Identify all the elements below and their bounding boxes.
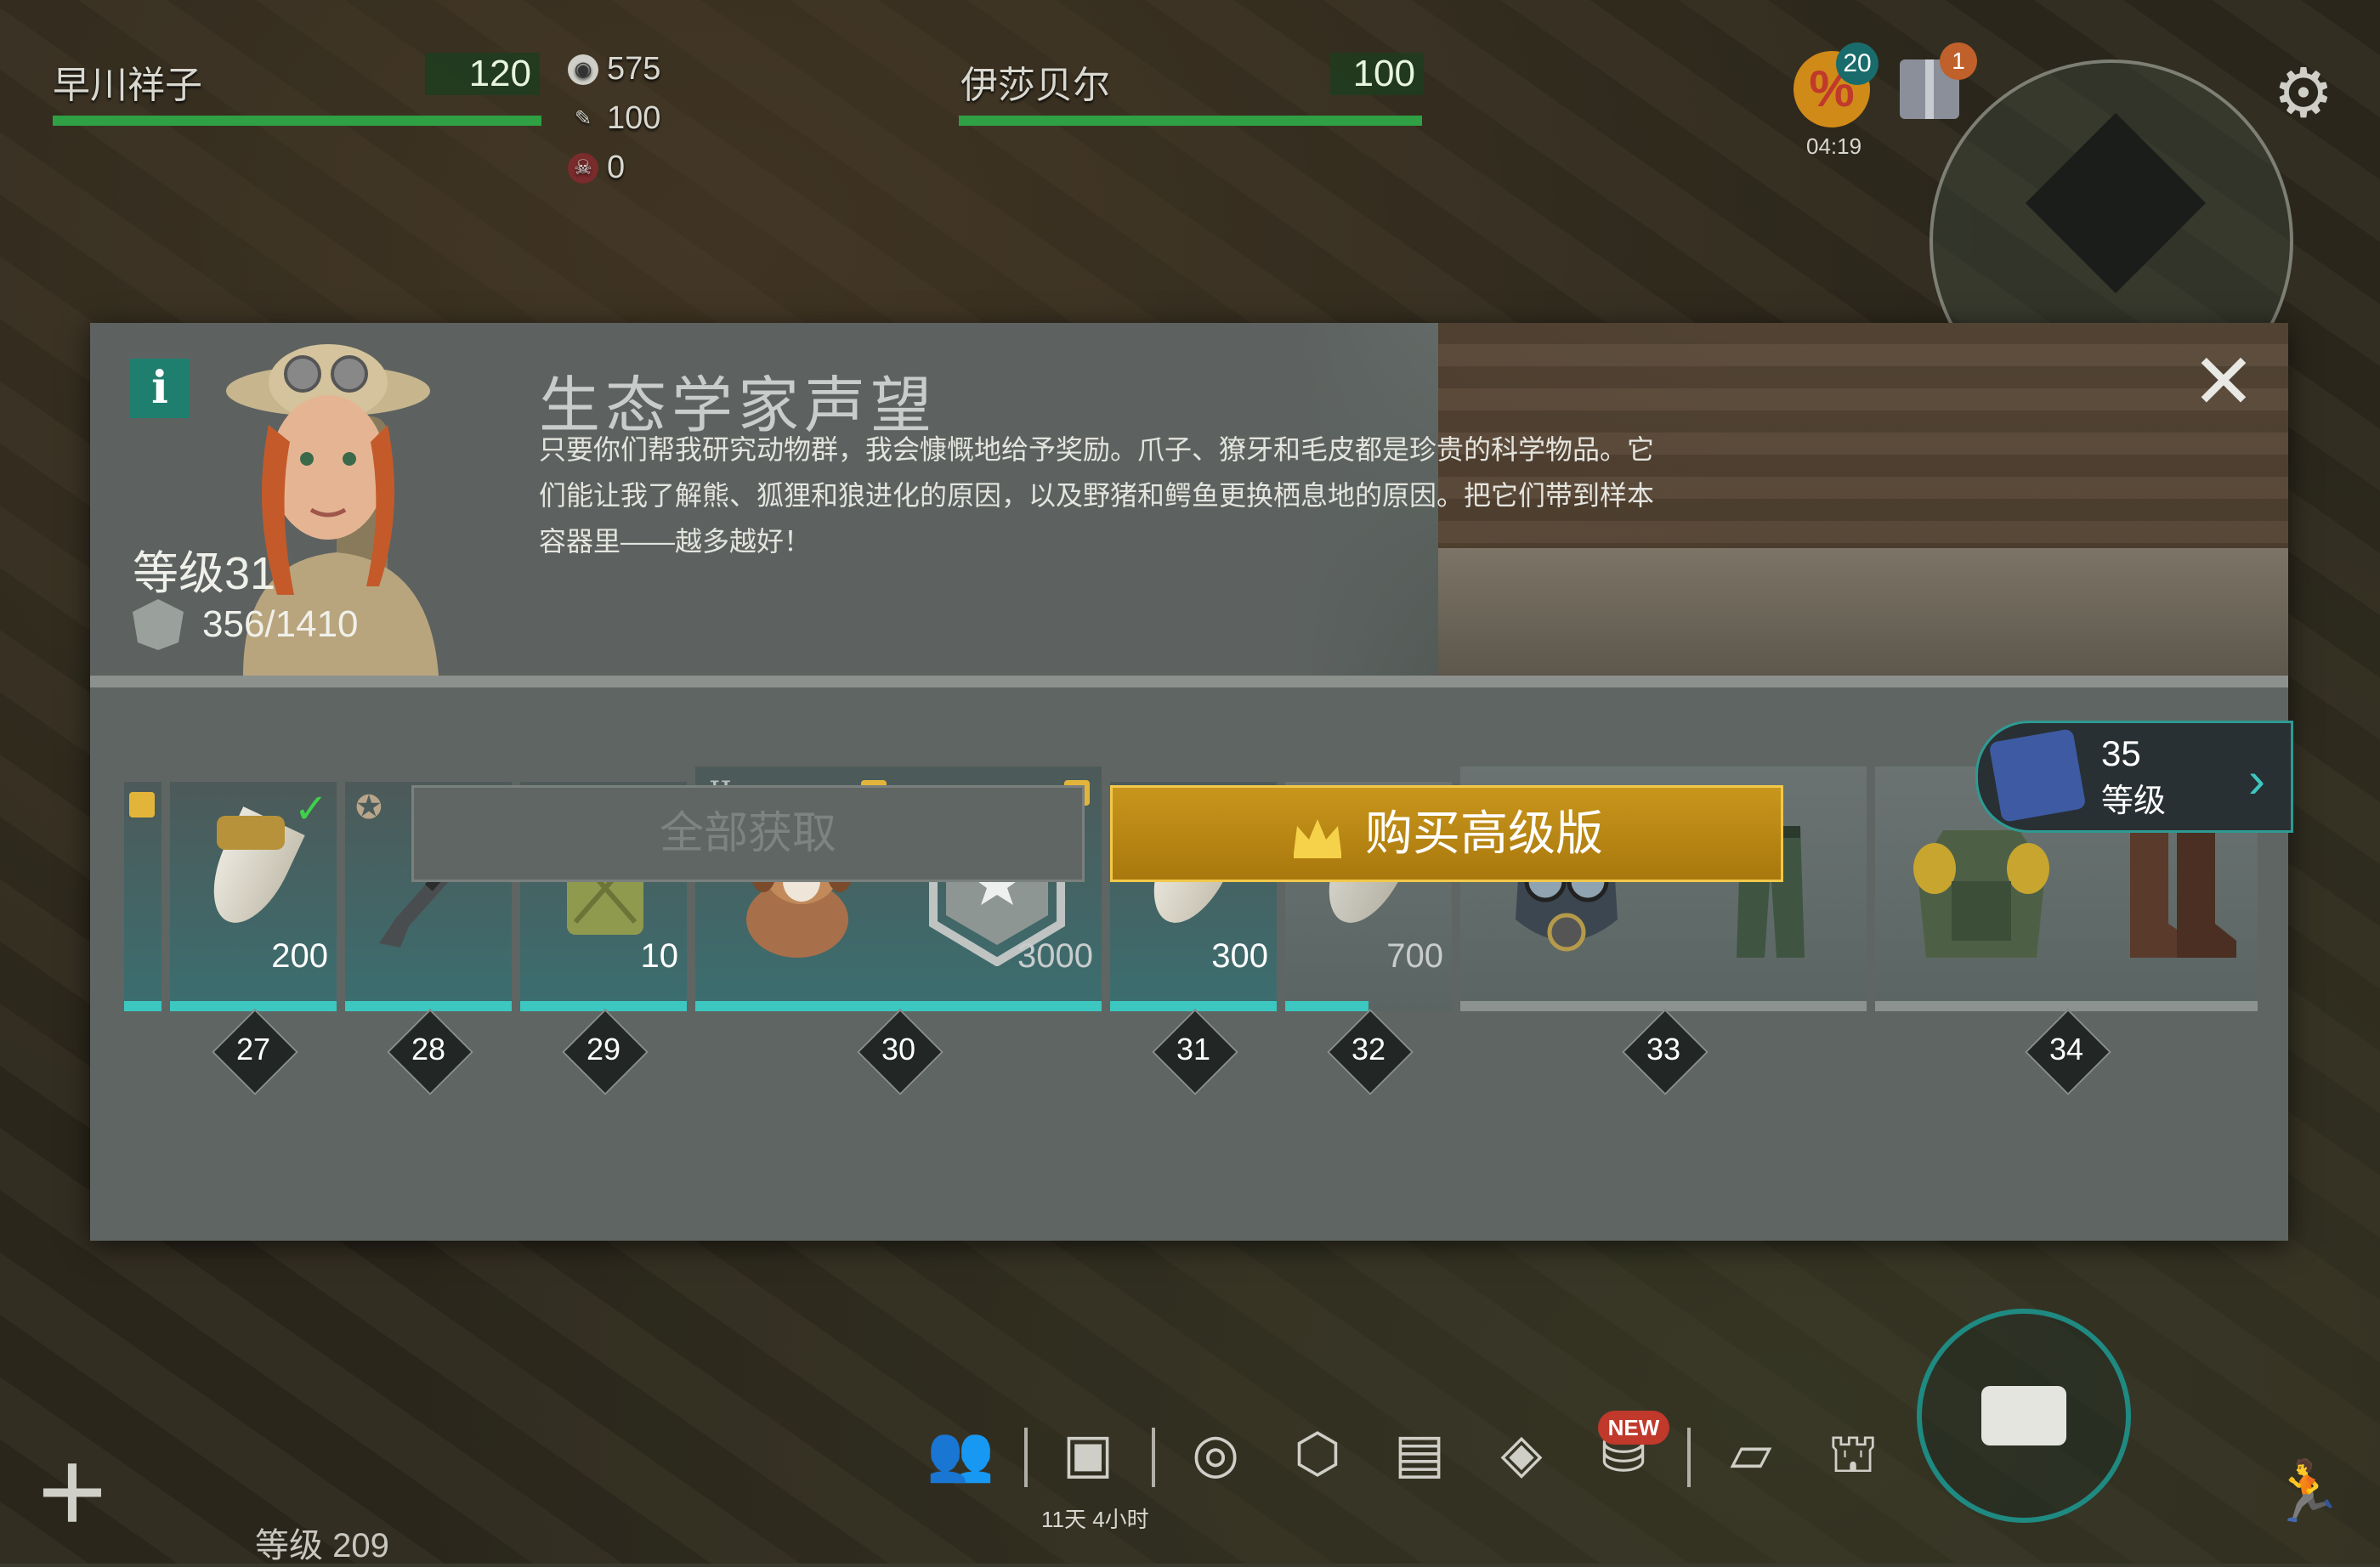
next-level-label: 等级	[2101, 784, 2167, 819]
event-book-icon[interactable]: ▣	[1054, 1419, 1122, 1487]
skull-stat: ☠ 0	[568, 150, 625, 186]
player1-hp-bar	[53, 116, 541, 126]
currency-stat: ◉ 575	[568, 51, 660, 88]
level-number: 31	[1176, 1032, 1211, 1066]
divider	[1152, 1428, 1155, 1487]
boots-icon	[2130, 830, 2236, 958]
next-level-number: 35	[2101, 733, 2141, 773]
add-icon[interactable]: +	[26, 1432, 119, 1551]
reward-amount: 10	[640, 937, 679, 975]
reward-cell-27[interactable]: ✓ 200	[170, 782, 337, 1011]
level-number: 32	[1351, 1032, 1386, 1066]
level-number: 30	[881, 1032, 916, 1066]
skull-value: 0	[607, 150, 626, 185]
discount-timer: 04:19	[1806, 133, 1862, 159]
tasks-icon[interactable]: ▤	[1386, 1419, 1454, 1487]
gift-badge: 1	[1940, 42, 1977, 80]
close-icon[interactable]: ✕	[2190, 344, 2258, 421]
minimap-base	[2025, 112, 2207, 294]
vest-icon	[1913, 830, 2049, 958]
level-number: 33	[1646, 1032, 1681, 1066]
feather-icon: ✎	[574, 107, 592, 130]
battery-icon	[1988, 728, 2087, 823]
player1-hp: 120	[425, 53, 540, 95]
dock-scene	[1438, 548, 2288, 676]
level-number: 29	[586, 1032, 621, 1066]
clan-icon[interactable]: ⬡	[1284, 1419, 1352, 1487]
reward-amount: 300	[1211, 937, 1268, 975]
chat-button[interactable]	[1917, 1309, 2131, 1523]
banner-divider	[90, 676, 2288, 687]
panel-description: 只要你们帮我研究动物群，我会慷慨地给予奖励。爪子、獠牙和毛皮都是珍贵的科学物品。…	[539, 434, 1655, 557]
reputation-panel: i 生态学家声望 只要你们帮我研究动物群，我会慷慨地给予奖励。爪子、獠牙和毛皮都…	[90, 323, 2293, 1241]
level-number: 27	[235, 1032, 271, 1066]
backpack-icon[interactable]: ⛫	[1819, 1419, 1887, 1487]
sprint-icon[interactable]: 🏃	[2270, 1457, 2343, 1525]
reputation-xp-value: 356/1410	[202, 603, 359, 645]
claimed-check-icon: ✓	[293, 787, 328, 832]
rank-icon: ✪	[355, 790, 382, 826]
divider	[1687, 1428, 1691, 1487]
reward-amount: 700	[1386, 937, 1443, 975]
crown-icon	[1294, 819, 1341, 859]
level-number: 34	[2048, 1032, 2084, 1066]
feather-value: 100	[607, 100, 661, 136]
currency-value: 575	[607, 51, 661, 87]
claim-all-button[interactable]: 全部获取	[411, 785, 1085, 882]
chat-bubble-icon	[1981, 1386, 2066, 1445]
map-icon[interactable]: ▱	[1717, 1419, 1785, 1487]
feather-stat: ✎ 100	[568, 100, 660, 137]
player-level: 等级 209	[255, 1527, 389, 1564]
buy-premium-label: 购买高级版	[1365, 806, 1603, 860]
friends-icon[interactable]: 👥	[926, 1419, 994, 1487]
reputation-xp: 356/1410	[133, 599, 359, 650]
discount-badge: 20	[1836, 42, 1878, 85]
reward-amount: 200	[271, 937, 328, 975]
player1-name: 早川祥子	[53, 65, 202, 106]
lock-icon	[129, 792, 155, 817]
buy-premium-button[interactable]: 购买高级版	[1110, 785, 1783, 882]
fang-icon	[196, 806, 305, 936]
reward-amount: 3000	[1017, 937, 1093, 975]
skull-icon: ☠	[568, 152, 598, 184]
chevron-right-icon: ›	[2248, 751, 2265, 808]
panel-banner: i 生态学家声望 只要你们帮我研究动物群，我会慷慨地给予奖励。爪子、獠牙和毛皮都…	[90, 323, 2288, 676]
dna-icon[interactable]: ◎	[1182, 1419, 1250, 1487]
player2-name: 伊莎贝尔	[960, 65, 1110, 106]
progress-bar	[1285, 1001, 1368, 1011]
new-badge: NEW	[1598, 1411, 1669, 1445]
info-button[interactable]: i	[130, 359, 190, 418]
currency-icon: ◉	[568, 54, 598, 85]
event-timer: 11天 4小时	[1041, 1507, 1149, 1532]
compass-icon[interactable]: ◈	[1488, 1419, 1556, 1487]
next-premium-reward[interactable]: 35 等级 ›	[1975, 721, 2293, 833]
gear-icon[interactable]: ⚙	[2270, 59, 2338, 127]
progress-bar	[124, 1001, 162, 1011]
player2-hp-bar	[959, 116, 1422, 126]
wolf-emblem-icon	[133, 599, 184, 650]
reputation-level: 等级31	[133, 548, 276, 599]
level-number: 28	[411, 1032, 446, 1066]
divider	[1024, 1428, 1028, 1487]
reward-cell-partial	[124, 782, 162, 1011]
player2-hp: 100	[1330, 53, 1424, 95]
